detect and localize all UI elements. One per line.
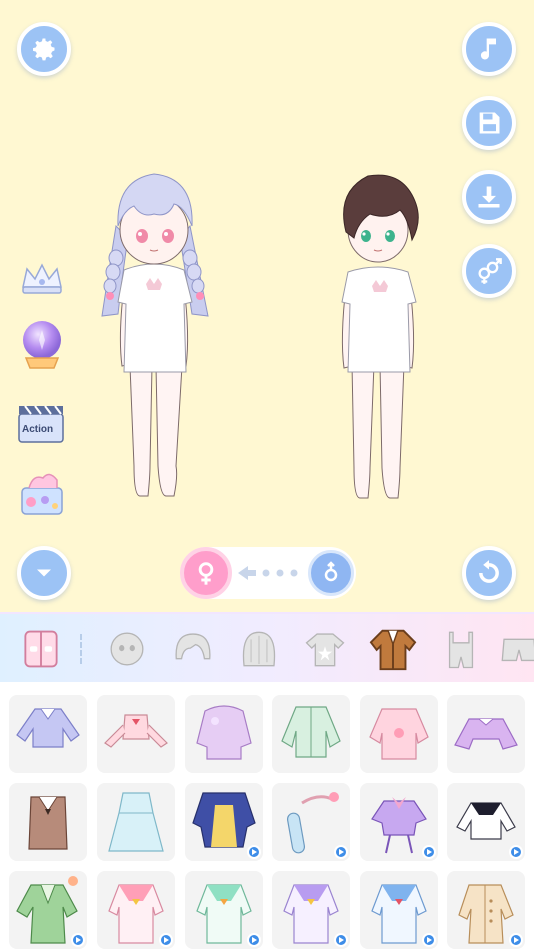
- category-divider: [80, 634, 82, 664]
- shorts-icon: [501, 638, 534, 662]
- video-unlock-icon[interactable]: [334, 933, 348, 947]
- female-toggle[interactable]: [180, 547, 232, 599]
- save-button[interactable]: [462, 96, 516, 150]
- pink-sleeve-top-icon: [104, 714, 168, 748]
- crown-menu-item[interactable]: [17, 255, 67, 307]
- boy-character[interactable]: [326, 168, 430, 512]
- item-pink-sleeve-top[interactable]: [97, 695, 175, 773]
- item-mint-cardigan[interactable]: [272, 695, 350, 773]
- character-stage: Action: [0, 0, 534, 612]
- chevron-down-icon: [37, 569, 51, 577]
- lavender-blouse-icon: [16, 708, 80, 748]
- gift-menu-item[interactable]: [17, 466, 67, 518]
- music-note-icon: [480, 38, 496, 60]
- item-sailor-top[interactable]: [447, 783, 525, 861]
- item-pink-sweater[interactable]: [360, 695, 438, 773]
- video-unlock-icon[interactable]: [422, 933, 436, 947]
- settings-button[interactable]: [17, 22, 71, 76]
- category-shirt[interactable]: [300, 624, 350, 674]
- item-mint-sailor[interactable]: [185, 871, 263, 949]
- item-skateboard[interactable]: [272, 783, 350, 861]
- download-button[interactable]: [462, 170, 516, 224]
- item-brown-vest[interactable]: [9, 783, 87, 861]
- item-purple-crop-top[interactable]: [447, 695, 525, 773]
- category-wardrobe[interactable]: [16, 624, 66, 674]
- video-unlock-icon[interactable]: [247, 933, 261, 947]
- item-purple-bow-top[interactable]: [360, 783, 438, 861]
- video-unlock-icon[interactable]: [509, 933, 523, 947]
- undo-icon: [479, 560, 499, 583]
- male-toggle[interactable]: [308, 550, 354, 596]
- female-symbol-icon: [198, 562, 214, 585]
- gender-switch[interactable]: [180, 547, 356, 599]
- video-unlock-icon[interactable]: [422, 845, 436, 859]
- download-icon: [478, 186, 500, 208]
- jacket-icon: [369, 629, 417, 671]
- video-unlock-icon[interactable]: [509, 845, 523, 859]
- item-blue-sailor[interactable]: [360, 871, 438, 949]
- item-green-kimono[interactable]: [9, 871, 87, 949]
- clapperboard-icon: [18, 405, 64, 443]
- category-hair-back[interactable]: [234, 624, 284, 674]
- item-lilac-hoodie[interactable]: [185, 695, 263, 773]
- hair-front-icon: [175, 633, 211, 660]
- pink-sweater-icon: [369, 708, 429, 760]
- category-jacket[interactable]: [368, 624, 418, 674]
- item-beige-coat[interactable]: [447, 871, 525, 949]
- item-grid: [0, 682, 534, 949]
- face-icon: [110, 632, 144, 666]
- music-button[interactable]: [462, 22, 516, 76]
- wardrobe-icon: [24, 630, 58, 668]
- reset-button[interactable]: [462, 546, 516, 600]
- purple-crop-top-icon: [454, 718, 518, 750]
- video-unlock-icon[interactable]: [71, 933, 85, 947]
- crown-icon: [22, 263, 62, 294]
- gift-bag-icon: [21, 473, 63, 515]
- item-lilac-sailor[interactable]: [272, 871, 350, 949]
- lilac-hoodie-icon: [196, 705, 252, 760]
- girl-character[interactable]: [88, 166, 218, 512]
- collapse-button[interactable]: [17, 546, 71, 600]
- crystal-ball-menu-item[interactable]: [17, 318, 67, 374]
- item-lavender-blouse[interactable]: [9, 695, 87, 773]
- hair-back-icon: [242, 631, 276, 667]
- category-hair-front[interactable]: [168, 624, 218, 674]
- item-pink-sailor[interactable]: [97, 871, 175, 949]
- category-overalls[interactable]: [436, 624, 486, 674]
- floppy-disk-icon: [479, 112, 500, 134]
- category-bar: [0, 612, 534, 682]
- blue-dress-icon: [108, 792, 164, 852]
- gender-swap-icon: [478, 258, 502, 284]
- video-unlock-icon[interactable]: [334, 845, 348, 859]
- video-unlock-icon[interactable]: [247, 845, 261, 859]
- switch-arrow-icon: [238, 566, 298, 580]
- action-label: Action: [22, 424, 54, 435]
- item-yellow-dress[interactable]: [185, 783, 263, 861]
- male-symbol-icon: [324, 561, 338, 582]
- category-face[interactable]: [102, 624, 152, 674]
- brown-vest-icon: [28, 796, 68, 850]
- crystal-ball-icon: [23, 321, 61, 369]
- video-unlock-icon[interactable]: [159, 933, 173, 947]
- action-menu-item[interactable]: Action: [17, 400, 67, 446]
- mint-cardigan-icon: [281, 706, 341, 758]
- gear-icon: [33, 38, 55, 61]
- overalls-icon: [448, 631, 474, 669]
- gender-swap-button[interactable]: [462, 244, 516, 298]
- category-shorts[interactable]: [494, 624, 534, 674]
- item-blue-dress[interactable]: [97, 783, 175, 861]
- shirt-star-icon: [305, 633, 345, 667]
